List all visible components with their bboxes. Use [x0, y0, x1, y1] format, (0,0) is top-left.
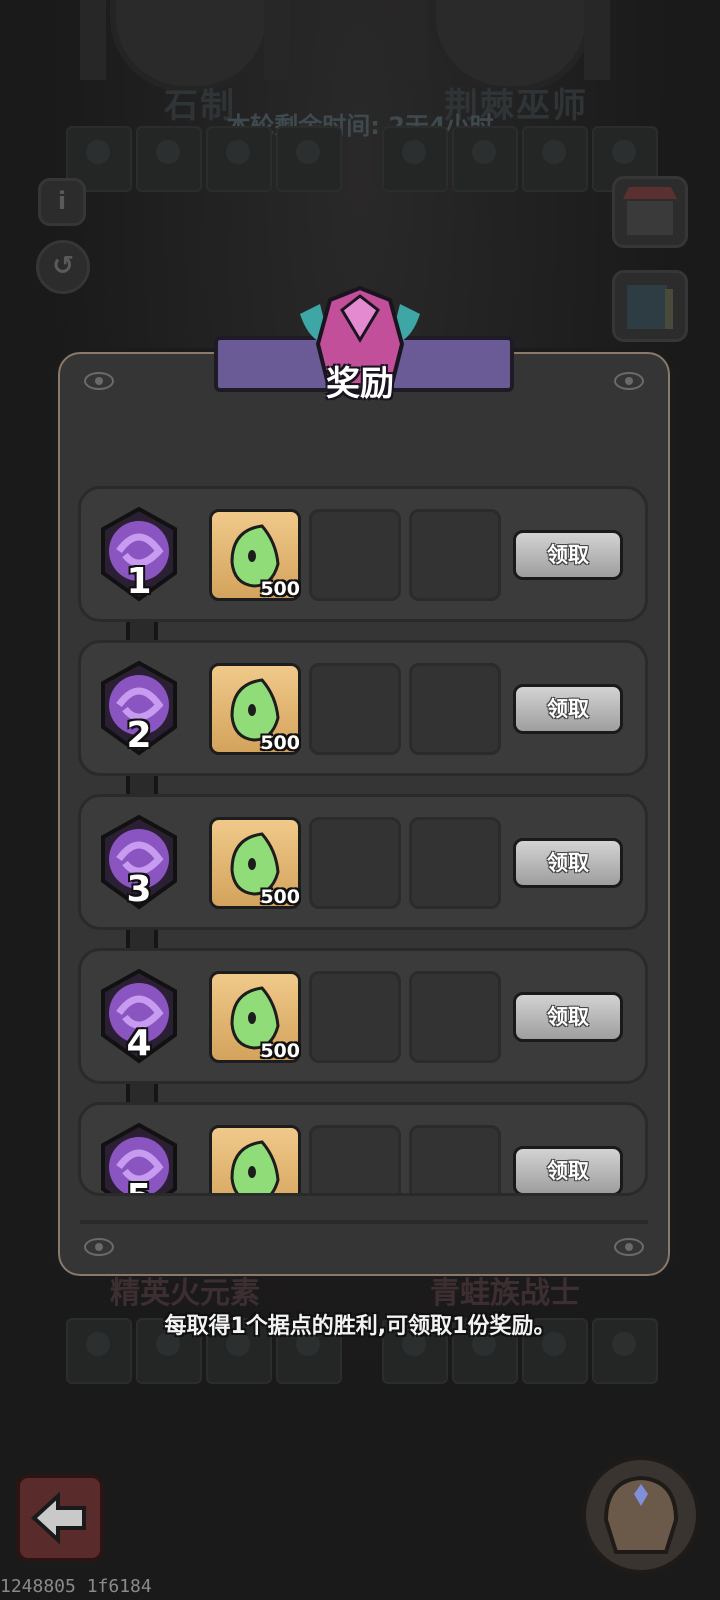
history-button[interactable]: ↺: [36, 240, 90, 294]
empty-reward-slot: [309, 663, 401, 755]
info-icon: i: [57, 187, 67, 215]
top-left-slots: [66, 126, 342, 192]
rank-number: 5: [89, 1177, 189, 1193]
empty-reward-slot: [409, 971, 501, 1063]
claim-button[interactable]: 领取: [513, 838, 623, 888]
rank-number: 4: [126, 1023, 152, 1064]
reward-item-slot[interactable]: [209, 1125, 301, 1193]
top-right-shrine: [400, 0, 610, 92]
debug-build-text: 1248805 1f6184: [0, 1576, 152, 1597]
bottom-right-label: 青蛙族战士: [430, 1276, 580, 1311]
bottom-left-label: 精英火元素: [110, 1276, 260, 1311]
item-quantity: 500: [260, 578, 300, 600]
top-left-shrine: [80, 0, 290, 92]
info-button[interactable]: i: [38, 178, 86, 226]
corner-eye-icon: [84, 1238, 114, 1256]
reward-row: 2 500 领取: [78, 640, 648, 776]
reward-row: 5 领取: [78, 1102, 648, 1196]
empty-slot: [522, 126, 588, 192]
shop-button[interactable]: [612, 176, 688, 248]
corner-eye-icon: [614, 372, 644, 390]
book-button[interactable]: [612, 270, 688, 342]
rank-number: 1: [126, 561, 152, 602]
item-quantity: 500: [260, 1040, 300, 1062]
history-icon: ↺: [52, 251, 74, 281]
empty-slot: [136, 126, 202, 192]
modal-title: 奖励: [326, 364, 394, 404]
reward-item-slot[interactable]: 500: [209, 663, 301, 755]
empty-reward-slot: [409, 663, 501, 755]
green-slime-icon: [230, 1140, 280, 1193]
item-quantity: 500: [260, 886, 300, 908]
empty-slot: [382, 126, 448, 192]
item-quantity: 500: [260, 732, 300, 754]
claim-button[interactable]: 领取: [513, 530, 623, 580]
claim-button[interactable]: 领取: [513, 684, 623, 734]
shop-icon: [623, 187, 677, 235]
reward-item-slot[interactable]: 500: [209, 971, 301, 1063]
claim-button[interactable]: 领取: [513, 992, 623, 1042]
corner-eye-icon: [84, 372, 114, 390]
empty-reward-slot: [309, 971, 401, 1063]
reward-hint: 每取得1个据点的胜利,可领取1份奖励。: [164, 1314, 556, 1339]
reward-row: 3 500 领取: [78, 794, 648, 930]
empty-reward-slot: [409, 817, 501, 909]
reward-row: 1 500 领取: [78, 486, 648, 622]
back-arrow-icon: [31, 1491, 86, 1545]
empty-slot: [276, 126, 342, 192]
empty-reward-slot: [409, 1125, 501, 1193]
list-bottom-divider: [80, 1220, 648, 1224]
empty-reward-slot: [309, 509, 401, 601]
reward-item-slot[interactable]: 500: [209, 817, 301, 909]
rank-number: 3: [126, 869, 152, 910]
empty-slot: [452, 126, 518, 192]
book-icon: [627, 285, 673, 329]
helmet-icon: [603, 1475, 679, 1554]
reward-row: 4 500 领取: [78, 948, 648, 1084]
hero-helmet-button[interactable]: [582, 1456, 700, 1574]
empty-reward-slot: [309, 817, 401, 909]
rank-number: 2: [126, 715, 152, 756]
empty-slot: [206, 126, 272, 192]
reward-item-slot[interactable]: 500: [209, 509, 301, 601]
corner-eye-icon: [614, 1238, 644, 1256]
empty-reward-slot: [409, 509, 501, 601]
claim-button[interactable]: 领取: [513, 1146, 623, 1193]
empty-reward-slot: [309, 1125, 401, 1193]
back-button[interactable]: [16, 1474, 104, 1562]
